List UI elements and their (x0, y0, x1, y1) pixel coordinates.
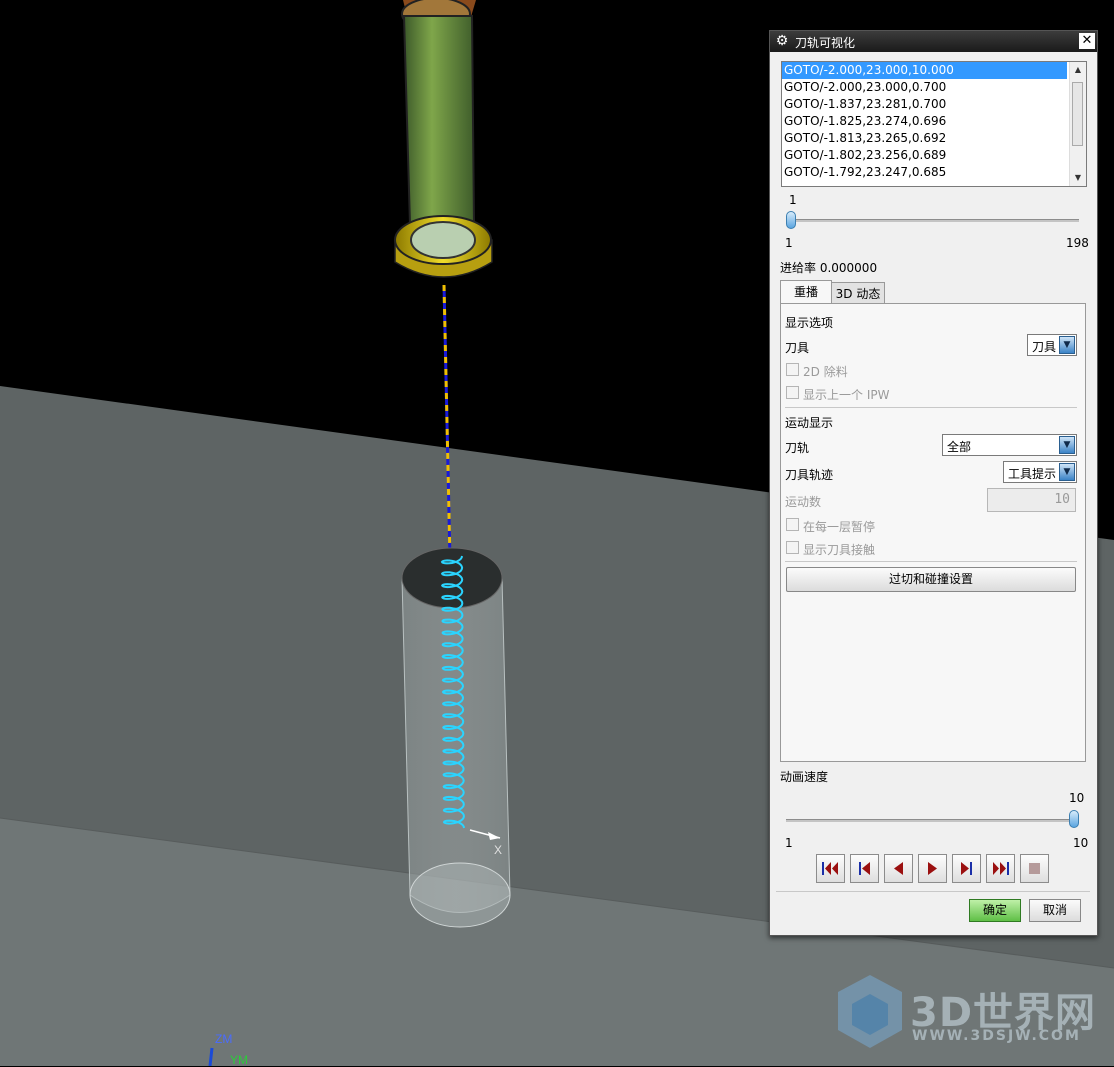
motion-count-label: 运动数 (785, 495, 822, 509)
step-forward-button[interactable] (952, 854, 981, 883)
checkbox-2d-removal[interactable] (786, 363, 799, 376)
list-scrollbar[interactable]: ▲ ▼ (1069, 62, 1086, 186)
anim-speed-label: 动画速度 (780, 770, 829, 784)
cube-logo-icon (838, 975, 902, 1048)
step-slider-max: 198 (1066, 236, 1089, 250)
step-slider-min: 1 (785, 236, 793, 250)
axis-x-label: X (494, 843, 503, 857)
checkbox-show-ipw-label: 显示上一个 IPW (803, 388, 890, 402)
checkbox-pause-each-layer-label: 在每一层暂停 (803, 520, 876, 534)
scroll-down-icon[interactable]: ▼ (1070, 170, 1086, 186)
path-listbox[interactable]: GOTO/-2.000,23.000,10.000 GOTO/-2.000,23.… (781, 61, 1087, 187)
play-icon (928, 862, 937, 875)
trace-label: 刀具轨迹 (785, 468, 834, 482)
chevron-down-icon[interactable]: ▼ (1059, 436, 1075, 454)
feed-rate-label: 进给率 0.000000 (780, 261, 878, 275)
chevron-down-icon[interactable]: ▼ (1059, 336, 1075, 354)
checkbox-show-contact-label: 显示刀具接触 (803, 543, 876, 557)
axis-ym-label: YM (230, 1053, 248, 1067)
checkbox-2d-removal-label: 2D 除料 (803, 365, 848, 379)
step-slider-value: 1 (789, 193, 797, 207)
list-item[interactable]: GOTO/-1.792,23.247,0.685 (782, 164, 1067, 181)
play-forward-button[interactable] (918, 854, 947, 883)
anim-speed-min: 1 (785, 836, 793, 850)
path-combo[interactable]: 全部 ▼ (942, 434, 1077, 456)
checkbox-show-contact[interactable] (786, 541, 799, 554)
divider (776, 891, 1090, 892)
rewind-to-start-button[interactable] (816, 854, 845, 883)
toolpath-visualization-dialog: ⚙ 刀轨可视化 ✕ GOTO/-2.000,23.000,10.000 GOTO/… (769, 30, 1098, 936)
motion-display-header: 运动显示 (785, 416, 834, 430)
trace-combo-value: 工具提示 (1008, 467, 1057, 481)
scroll-up-icon[interactable]: ▲ (1070, 62, 1086, 78)
list-item[interactable]: GOTO/-1.802,23.256,0.689 (782, 147, 1067, 164)
skip-to-end-icon (993, 862, 1009, 875)
stop-icon (1029, 863, 1040, 874)
gouge-collision-settings-button[interactable]: 过切和碰撞设置 (786, 567, 1076, 592)
axis-zm-label: ZM (215, 1032, 233, 1046)
list-item[interactable]: GOTO/-1.813,23.265,0.692 (782, 130, 1067, 147)
checkbox-pause-each-layer[interactable] (786, 518, 799, 531)
step-slider-track[interactable] (786, 219, 1079, 222)
anim-speed-value: 10 (1069, 791, 1085, 805)
motion-count-input[interactable]: 10 (987, 488, 1076, 512)
step-back-button[interactable] (850, 854, 879, 883)
ok-button[interactable]: 确定 (969, 899, 1021, 922)
chevron-down-icon[interactable]: ▼ (1059, 463, 1075, 481)
play-reverse-icon (894, 862, 903, 875)
dialog-titlebar[interactable]: ⚙ 刀轨可视化 ✕ (770, 31, 1097, 52)
list-item[interactable]: GOTO/-1.837,23.281,0.700 (782, 96, 1067, 113)
list-item[interactable]: GOTO/-2.000,23.000,0.700 (782, 79, 1067, 96)
checkbox-show-ipw[interactable] (786, 386, 799, 399)
tool-combo[interactable]: 刀具 ▼ (1027, 334, 1077, 356)
play-reverse-button[interactable] (884, 854, 913, 883)
step-forward-icon (961, 862, 972, 875)
display-options-header: 显示选项 (785, 316, 834, 330)
tool-combo-value: 刀具 (1032, 340, 1057, 354)
stop-button[interactable] (1020, 854, 1049, 883)
skip-to-start-icon (822, 862, 838, 875)
watermark: 3D世界网 WWW.3DSJW.COM (830, 970, 1110, 1055)
path-label: 刀轨 (785, 441, 810, 455)
cancel-button[interactable]: 取消 (1029, 899, 1081, 922)
tool-label: 刀具 (785, 341, 810, 355)
list-item[interactable]: GOTO/-2.000,23.000,10.000 (782, 62, 1067, 79)
close-icon[interactable]: ✕ (1079, 33, 1095, 49)
tab-3d-dynamic[interactable]: 3D 动态 (831, 282, 885, 304)
anim-speed-thumb[interactable] (1069, 810, 1079, 828)
tool-holder (402, 15, 476, 226)
anim-speed-track[interactable] (786, 819, 1079, 822)
watermark-subtitle: WWW.3DSJW.COM (912, 1028, 1081, 1044)
scroll-thumb[interactable] (1072, 82, 1083, 146)
dialog-title: 刀轨可视化 (795, 36, 856, 50)
path-combo-value: 全部 (947, 440, 972, 454)
trace-combo[interactable]: 工具提示 ▼ (1003, 461, 1077, 483)
tab-replay[interactable]: 重播 (780, 280, 832, 304)
hole-cylinder (401, 577, 511, 913)
fast-forward-to-end-button[interactable] (986, 854, 1015, 883)
gear-icon[interactable]: ⚙ (774, 33, 790, 49)
divider (785, 561, 1077, 562)
list-item[interactable]: GOTO/-1.825,23.274,0.696 (782, 113, 1067, 130)
step-slider-thumb[interactable] (786, 211, 796, 229)
divider (785, 407, 1077, 408)
step-back-icon (859, 862, 870, 875)
anim-speed-max: 10 (1073, 836, 1089, 850)
